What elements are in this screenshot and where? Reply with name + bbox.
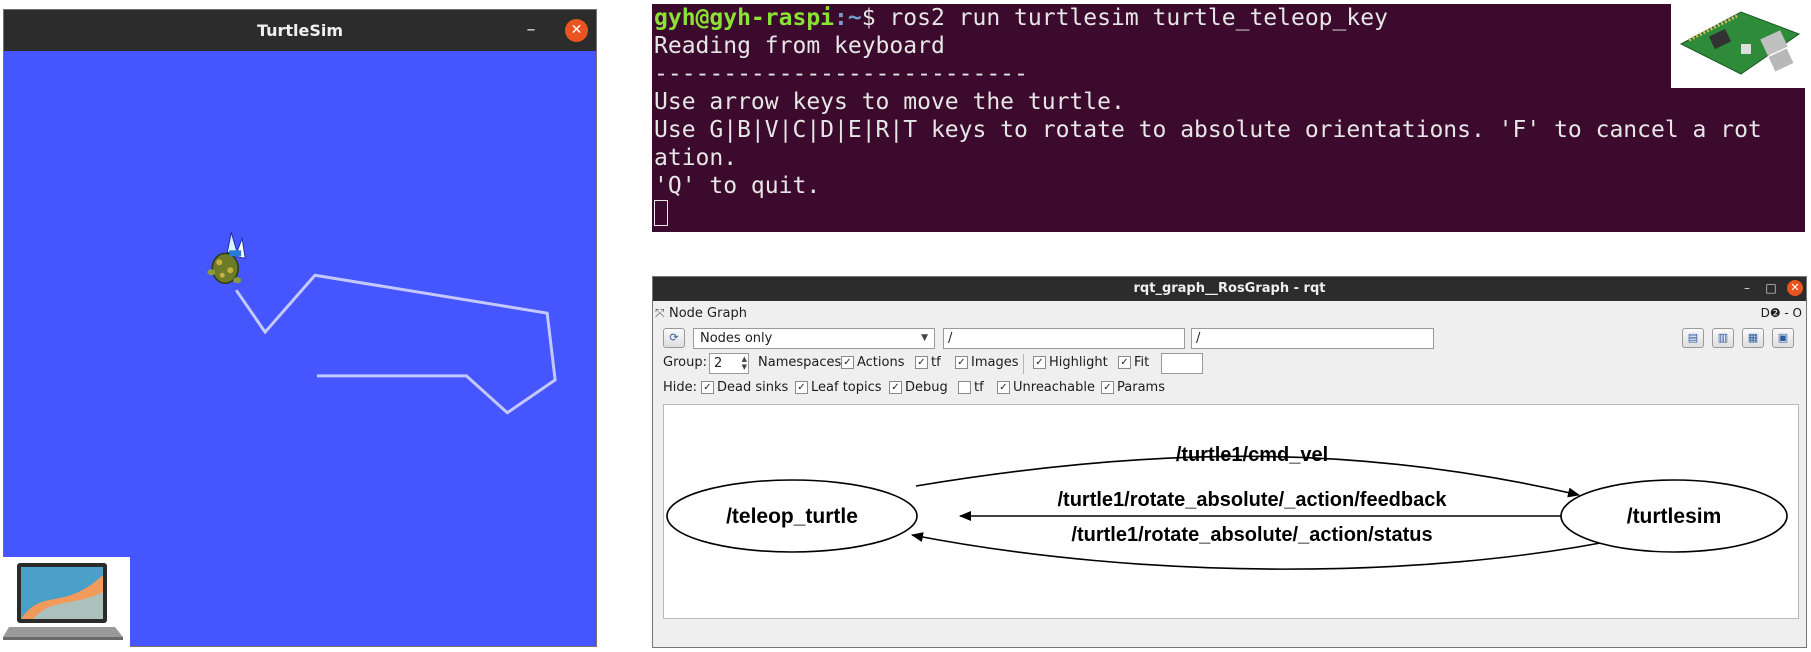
minimize-button[interactable]: – — [521, 17, 541, 43]
terminal-cursor — [654, 200, 668, 226]
toolbar-divider — [1023, 354, 1024, 374]
mode-select[interactable]: Nodes only ▼ — [693, 328, 935, 349]
spin-arrows-icon: ▲ ▼ — [741, 355, 747, 371]
refresh-icon[interactable]: ⟳ — [663, 328, 685, 348]
hide-tf-checkbox[interactable] — [958, 381, 971, 394]
toolbar-row-hide: Hide: ✓ Dead sinks ✓ Leaf topics ✓ Debug… — [653, 377, 1806, 401]
option-label: tf — [931, 355, 941, 370]
rqt-maximize-button[interactable]: □ — [1762, 279, 1780, 297]
prompt-path: :~ — [834, 5, 862, 31]
output-line: Use G|B|V|C|D|E|R|T keys to rotate to ab… — [654, 117, 1762, 143]
edge-label: /turtle1/rotate_absolute/_action/feedbac… — [1057, 489, 1447, 511]
output-line: Reading from keyboard — [654, 33, 945, 59]
node-filter-input[interactable]: / — [943, 328, 1185, 349]
rqt-title: rqt_graph__RosGraph - rqt — [1133, 281, 1326, 296]
hide-option-label: Unreachable — [1013, 380, 1095, 395]
raspberry-pi-photo — [1671, 4, 1806, 88]
option-label: Highlight — [1049, 355, 1108, 370]
prompt-symbol: $ — [861, 5, 890, 31]
option-label: Fit — [1134, 355, 1150, 370]
save-svg-icon[interactable]: ▦ — [1742, 328, 1764, 348]
screenshot-icon[interactable]: ▣ — [1772, 328, 1794, 348]
ros-graph: /teleop_turtle /turtlesim /turtle1/cmd_v… — [666, 444, 1788, 570]
hide-option-label: Leaf topics — [811, 380, 882, 395]
output-line: --------------------------- — [654, 61, 1028, 87]
debug-checkbox[interactable]: ✓ — [889, 381, 902, 394]
tf-checkbox[interactable]: ✓ — [915, 356, 928, 369]
save-dot-icon[interactable]: ▤ — [1682, 328, 1704, 348]
laptop-icon — [3, 563, 123, 640]
plugin-icon: ⤧ — [655, 306, 665, 320]
load-icon[interactable]: ▥ — [1712, 328, 1734, 348]
mode-select-value: Nodes only — [700, 331, 773, 346]
plugin-bar: ⤧ Node Graph D❷ - O — [653, 305, 1806, 323]
output-line: Use arrow keys to move the turtle. — [654, 89, 1125, 115]
option-label: Images — [971, 355, 1019, 370]
turtle-icon — [207, 232, 246, 284]
node-teleop-turtle[interactable]: /teleop_turtle — [666, 479, 918, 553]
option-label: Namespaces — [758, 355, 842, 370]
hide-option-label: tf — [974, 380, 984, 395]
raspberry-pi-icon — [1679, 11, 1801, 75]
highlight-checkbox[interactable]: ✓ — [1033, 356, 1046, 369]
edge-label: /turtle1/rotate_absolute/_action/status — [1071, 524, 1432, 546]
laptop-photo — [3, 557, 130, 648]
images-checkbox[interactable]: ✓ — [955, 356, 968, 369]
plugin-title: Node Graph — [669, 306, 747, 321]
dead-sinks-checkbox[interactable]: ✓ — [701, 381, 714, 394]
output-line: ation. — [654, 145, 738, 171]
rqt-close-button[interactable]: ✕ — [1787, 280, 1803, 296]
actions-checkbox[interactable]: ✓ — [841, 356, 854, 369]
group-label: Group: — [663, 355, 707, 370]
output-line: 'Q' to quit. — [654, 173, 821, 199]
plugin-controls[interactable]: D❷ - O — [1761, 306, 1802, 320]
node-turtlesim[interactable]: /turtlesim — [1560, 479, 1788, 553]
node-label: /turtlesim — [1627, 505, 1722, 528]
toolbar-row-group: Group: 2 ▲ ▼ Namespaces ✓ Actions ✓ tf ✓ … — [653, 352, 1806, 376]
unreachable-checkbox[interactable]: ✓ — [997, 381, 1010, 394]
toolbar-row-filters: ⟳ Nodes only ▼ / / ▤ ▥ ▦ ▣ — [653, 327, 1806, 351]
graph-canvas[interactable]: /teleop_turtle /turtlesim /turtle1/cmd_v… — [663, 404, 1799, 619]
fit-button[interactable] — [1161, 353, 1203, 374]
command-line: gyh@gyh-raspi:~$ ros2 run turtlesim turt… — [654, 4, 1805, 32]
group-value: 2 — [714, 356, 723, 371]
terminal-window[interactable]: gyh@gyh-raspi:~$ ros2 run turtlesim turt… — [652, 4, 1805, 232]
turtlesim-titlebar[interactable]: TurtleSim – ✕ — [4, 10, 596, 51]
command-text: ros2 run turtlesim turtle_teleop_key — [889, 5, 1388, 31]
edge-label: /turtle1/cmd_vel — [1176, 444, 1328, 466]
hide-option-label: Params — [1117, 380, 1165, 395]
rqt-minimize-button[interactable]: – — [1738, 279, 1756, 297]
fit-checkbox[interactable]: ✓ — [1118, 356, 1131, 369]
cursor-line — [654, 200, 1805, 228]
prompt-user: gyh@gyh-raspi — [654, 5, 835, 31]
turtle-path — [234, 273, 557, 415]
turtlesim-window: TurtleSim – ✕ — [3, 9, 597, 647]
hide-label: Hide: — [663, 380, 698, 395]
rqt-window: rqt_graph__RosGraph - rqt – □ ✕ ⤧ Node G… — [652, 276, 1807, 648]
close-button[interactable]: ✕ — [565, 19, 588, 42]
topic-filter-input[interactable]: / — [1191, 328, 1434, 349]
params-checkbox[interactable]: ✓ — [1101, 381, 1114, 394]
node-label: /teleop_turtle — [726, 505, 858, 528]
hide-option-label: Dead sinks — [717, 380, 789, 395]
chevron-down-icon: ▼ — [921, 333, 928, 343]
hide-option-label: Debug — [905, 380, 948, 395]
leaf-topics-checkbox[interactable]: ✓ — [795, 381, 808, 394]
rqt-titlebar[interactable]: rqt_graph__RosGraph - rqt – □ ✕ — [653, 277, 1806, 301]
option-label: Actions — [857, 355, 905, 370]
group-spinbox[interactable]: 2 ▲ ▼ — [709, 353, 749, 374]
turtlesim-title: TurtleSim — [256, 21, 344, 40]
